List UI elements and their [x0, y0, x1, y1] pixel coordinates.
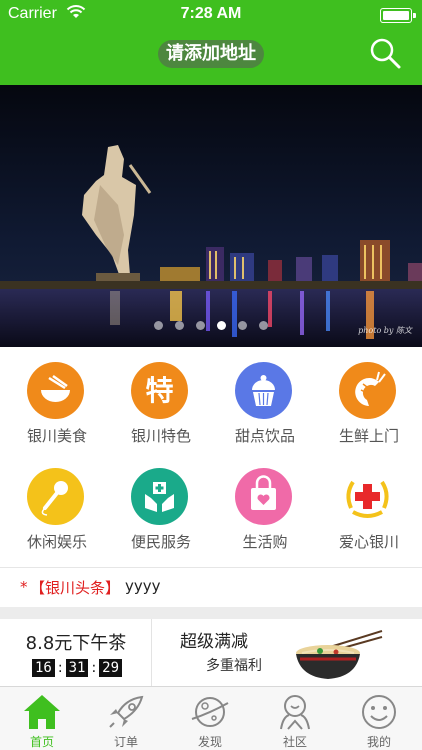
category-item-charity[interactable]: 爱心银川 — [314, 453, 419, 563]
carousel-dot-active[interactable] — [217, 321, 226, 330]
category-label: 银川特色 — [130, 427, 191, 445]
tab-discover[interactable]: 发现 — [168, 687, 252, 750]
category-grid: 银川美食 特 银川特色 甜点饮品 生鲜上门 休闲娱乐 便民服务 生活购 爱心银川 — [0, 347, 422, 567]
carousel-dot[interactable] — [154, 321, 163, 330]
cupcake-icon — [235, 362, 292, 419]
hands-icon — [131, 468, 188, 525]
category-label: 休闲娱乐 — [26, 533, 87, 551]
tab-label: 社区 — [282, 735, 307, 749]
shrimp-icon — [339, 362, 396, 419]
clock: 7:28 AM — [180, 5, 242, 22]
category-label: 爱心银川 — [338, 533, 399, 551]
status-bar: Carrier 7:28 AM — [0, 0, 422, 30]
tab-label: 订单 — [113, 735, 138, 749]
tab-label: 首页 — [29, 735, 54, 749]
tab-label: 我的 — [366, 735, 391, 749]
category-label: 生活购 — [242, 533, 288, 551]
category-item-fresh[interactable]: 生鲜上门 — [314, 347, 419, 457]
promo-row: 8.8元下午茶 16:31:29 超级满减 多重福利 — [0, 619, 422, 686]
headline-marker: * — [20, 578, 28, 596]
tab-home[interactable]: 首页 — [0, 687, 84, 750]
noodle-bowl-image — [296, 630, 383, 679]
address-selector[interactable]: 请添加地址 — [158, 40, 264, 68]
category-label: 便民服务 — [130, 533, 191, 551]
category-item-specialty[interactable]: 特 银川特色 — [106, 347, 211, 457]
tab-label: 发现 — [197, 735, 222, 749]
rocket-icon — [109, 695, 144, 728]
discount-title: 超级满减 — [180, 632, 248, 652]
svg-text:特: 特 — [145, 374, 173, 407]
headline-tag: 【银川头条】 — [30, 579, 121, 597]
carousel-dot[interactable] — [259, 321, 268, 330]
bowl-icon — [27, 362, 84, 419]
category-item-leisure[interactable]: 休闲娱乐 — [2, 453, 107, 563]
countdown-hours: 16 — [32, 659, 55, 677]
banner-carousel[interactable]: photo by 陈文 — [0, 85, 422, 347]
category-label: 甜点饮品 — [234, 427, 295, 445]
afternoon-tea-card[interactable]: 8.8元下午茶 16:31:29 — [0, 619, 152, 686]
discount-subtitle: 多重福利 — [206, 658, 262, 674]
countdown-timer: 16:31:29 — [32, 659, 123, 677]
carousel-dot[interactable] — [238, 321, 247, 330]
category-item-services[interactable]: 便民服务 — [106, 453, 211, 563]
red-cross-icon — [339, 468, 396, 525]
tab-orders[interactable]: 订单 — [84, 687, 168, 750]
tab-community[interactable]: 社区 — [253, 687, 337, 750]
planet-icon — [191, 697, 229, 727]
category-label: 银川美食 — [26, 427, 87, 445]
countdown-minutes: 31 — [65, 659, 89, 677]
news-headline[interactable]: * 【银川头条】 yyyy — [0, 567, 422, 607]
photo-watermark: photo by 陈文 — [358, 326, 412, 335]
tab-bar: 首页 订单 发现 社区 我的 — [0, 686, 422, 750]
top-bar: Carrier 7:28 AM 请添加地址 — [0, 0, 422, 85]
shopping-bag-icon — [235, 468, 292, 525]
category-item-desserts[interactable]: 甜点饮品 — [210, 347, 315, 457]
category-item-food[interactable]: 银川美食 — [2, 347, 107, 457]
search-icon — [370, 38, 401, 69]
countdown-seconds: 29 — [99, 659, 123, 677]
section-divider — [0, 607, 422, 619]
smiley-icon — [362, 695, 396, 729]
headline-text: yyyy — [125, 577, 161, 595]
te-character-icon: 特 — [131, 362, 188, 419]
afternoon-tea-title: 8.8元下午茶 — [25, 633, 127, 654]
category-item-shopping[interactable]: 生活购 — [210, 453, 315, 563]
search-button[interactable] — [368, 36, 402, 70]
home-icon — [24, 695, 60, 729]
person-icon — [280, 695, 310, 730]
carousel-dot[interactable] — [175, 321, 184, 330]
battery-icon — [380, 8, 416, 23]
carousel-dot[interactable] — [196, 321, 205, 330]
banner-image — [0, 85, 422, 347]
category-label: 生鲜上门 — [338, 427, 399, 445]
tab-profile[interactable]: 我的 — [337, 687, 421, 750]
microphone-icon — [27, 468, 84, 525]
